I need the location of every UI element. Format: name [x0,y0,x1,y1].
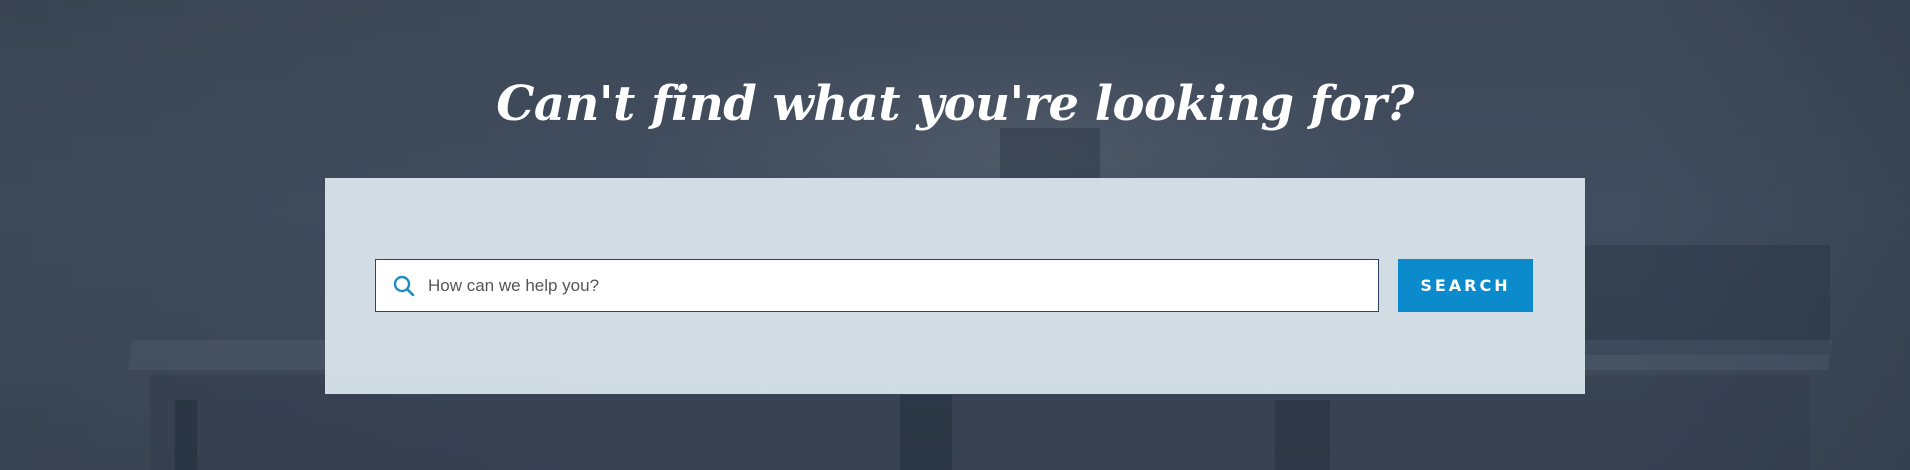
search-field[interactable] [375,259,1379,312]
background-building-eave [1585,245,1830,355]
background-building-post [900,395,952,470]
search-input[interactable] [428,260,1378,311]
search-icon [393,275,415,296]
background-building-post [175,400,197,470]
search-panel: SEARCH [325,178,1585,394]
page-headline: Can't find what you're looking for? [496,76,1414,132]
search-button[interactable]: SEARCH [1398,259,1533,312]
background-building-post [1275,400,1330,470]
